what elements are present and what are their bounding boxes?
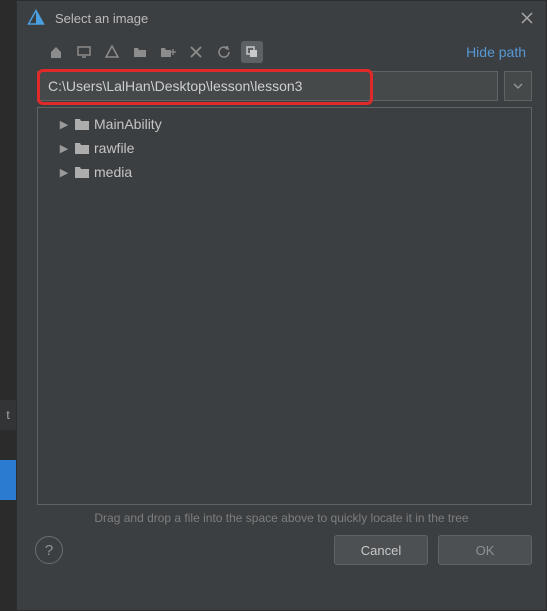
tree-item-label: media — [94, 164, 132, 180]
select-image-dialog: Select an image — [16, 0, 547, 611]
chevron-right-icon: ▶ — [58, 118, 70, 131]
cancel-button[interactable]: Cancel — [334, 535, 428, 565]
titlebar: Select an image — [17, 1, 546, 35]
new-folder-icon[interactable] — [157, 41, 179, 63]
toolbar: Hide path — [17, 35, 546, 69]
footer: ? Cancel OK — [17, 525, 546, 565]
folder-icon-tb[interactable] — [129, 41, 151, 63]
tree-item[interactable]: ▶ MainAbility — [38, 112, 531, 136]
folder-icon — [74, 141, 90, 155]
chevron-right-icon: ▶ — [58, 166, 70, 179]
tree-item[interactable]: ▶ rawfile — [38, 136, 531, 160]
background-label-stub: t — [0, 400, 16, 430]
background-selection-stub — [0, 460, 16, 500]
tree-item-label: rawfile — [94, 140, 134, 156]
drop-hint: Drag and drop a file into the space abov… — [17, 511, 546, 525]
folder-icon — [74, 117, 90, 131]
home-icon[interactable] — [45, 41, 67, 63]
delete-icon[interactable] — [185, 41, 207, 63]
path-history-dropdown[interactable] — [504, 71, 532, 101]
project-icon[interactable] — [101, 41, 123, 63]
dialog-title: Select an image — [55, 11, 516, 26]
help-button[interactable]: ? — [35, 536, 63, 564]
app-logo-icon — [27, 9, 45, 27]
path-row — [37, 71, 532, 101]
hide-path-link[interactable]: Hide path — [466, 44, 532, 60]
tree-item-label: MainAbility — [94, 116, 162, 132]
chevron-right-icon: ▶ — [58, 142, 70, 155]
close-button[interactable] — [516, 7, 538, 29]
path-input[interactable] — [37, 71, 498, 101]
desktop-icon[interactable] — [73, 41, 95, 63]
close-icon — [521, 12, 533, 24]
folder-icon — [74, 165, 90, 179]
chevron-down-icon — [513, 83, 523, 89]
file-tree[interactable]: ▶ MainAbility ▶ rawfile ▶ media — [37, 107, 532, 505]
tree-item[interactable]: ▶ media — [38, 160, 531, 184]
ok-button[interactable]: OK — [438, 535, 532, 565]
show-hidden-icon[interactable] — [241, 41, 263, 63]
refresh-icon[interactable] — [213, 41, 235, 63]
